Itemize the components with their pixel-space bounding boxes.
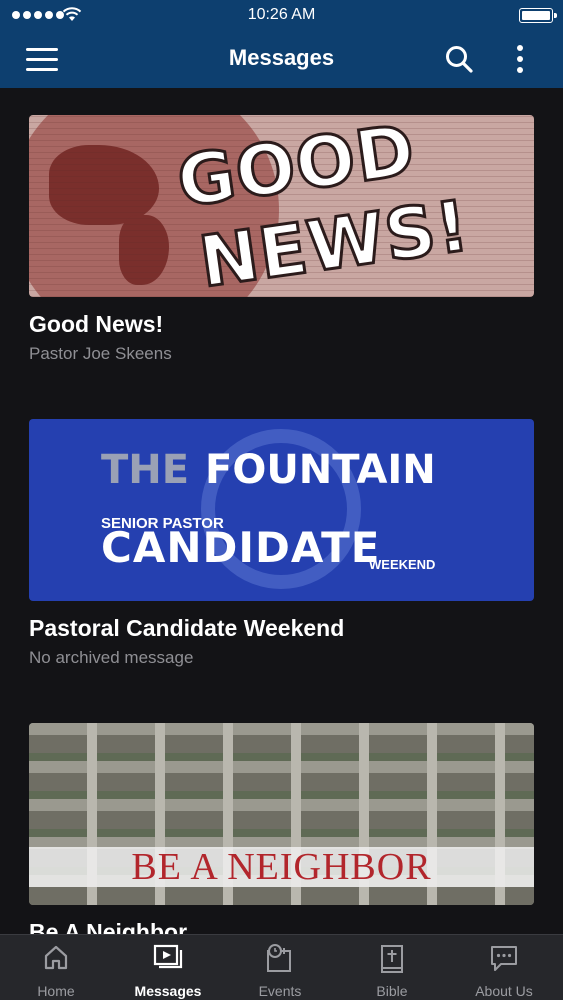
message-thumbnail[interactable]: BE A NEIGHBOR	[29, 723, 534, 905]
home-icon	[44, 945, 68, 970]
message-card-be-a-neighbor[interactable]: BE A NEIGHBOR Be A Neighbor	[29, 723, 534, 946]
thumb-title: BE A NEIGHBOR	[131, 846, 432, 888]
more-vertical-icon[interactable]	[508, 42, 532, 76]
chat-icon	[491, 946, 517, 971]
message-card-pastoral-candidate[interactable]: THE FOUNTAIN SENIOR PASTOR CANDIDATE WEE…	[29, 419, 534, 668]
page-title: Messages	[228, 45, 335, 70]
bible-icon	[381, 945, 403, 973]
calendar-clock-icon	[267, 944, 291, 972]
search-icon[interactable]	[444, 44, 474, 74]
status-bar: 10:26 AM	[0, 0, 563, 30]
nav-bar: Messages	[0, 30, 563, 88]
message-title[interactable]: Pastoral Candidate Weekend	[29, 615, 534, 642]
tab-bible[interactable]: Bible	[336, 935, 448, 1000]
top-bar: 10:26 AM Messages	[0, 0, 563, 88]
message-title[interactable]: Good News!	[29, 311, 534, 338]
tab-messages[interactable]: Messages	[112, 935, 224, 1000]
message-card-good-news[interactable]: GOOD NEWS! Good News! Pastor Joe Skeens	[29, 115, 534, 364]
message-thumbnail[interactable]: GOOD NEWS!	[29, 115, 534, 297]
message-status: No archived message	[29, 648, 194, 667]
tab-about-us[interactable]: About Us	[448, 935, 560, 1000]
battery-icon	[519, 8, 557, 23]
tab-events[interactable]: Events	[224, 935, 336, 1000]
tab-home[interactable]: Home	[0, 935, 112, 1000]
status-time: 10:26 AM	[247, 6, 316, 23]
message-speaker: Pastor Joe Skeens	[29, 344, 172, 363]
play-stack-icon	[153, 944, 183, 969]
tab-bar: Home Messages Events Bible About Us	[0, 934, 563, 1000]
message-thumbnail[interactable]: THE FOUNTAIN SENIOR PASTOR CANDIDATE WEE…	[29, 419, 534, 601]
